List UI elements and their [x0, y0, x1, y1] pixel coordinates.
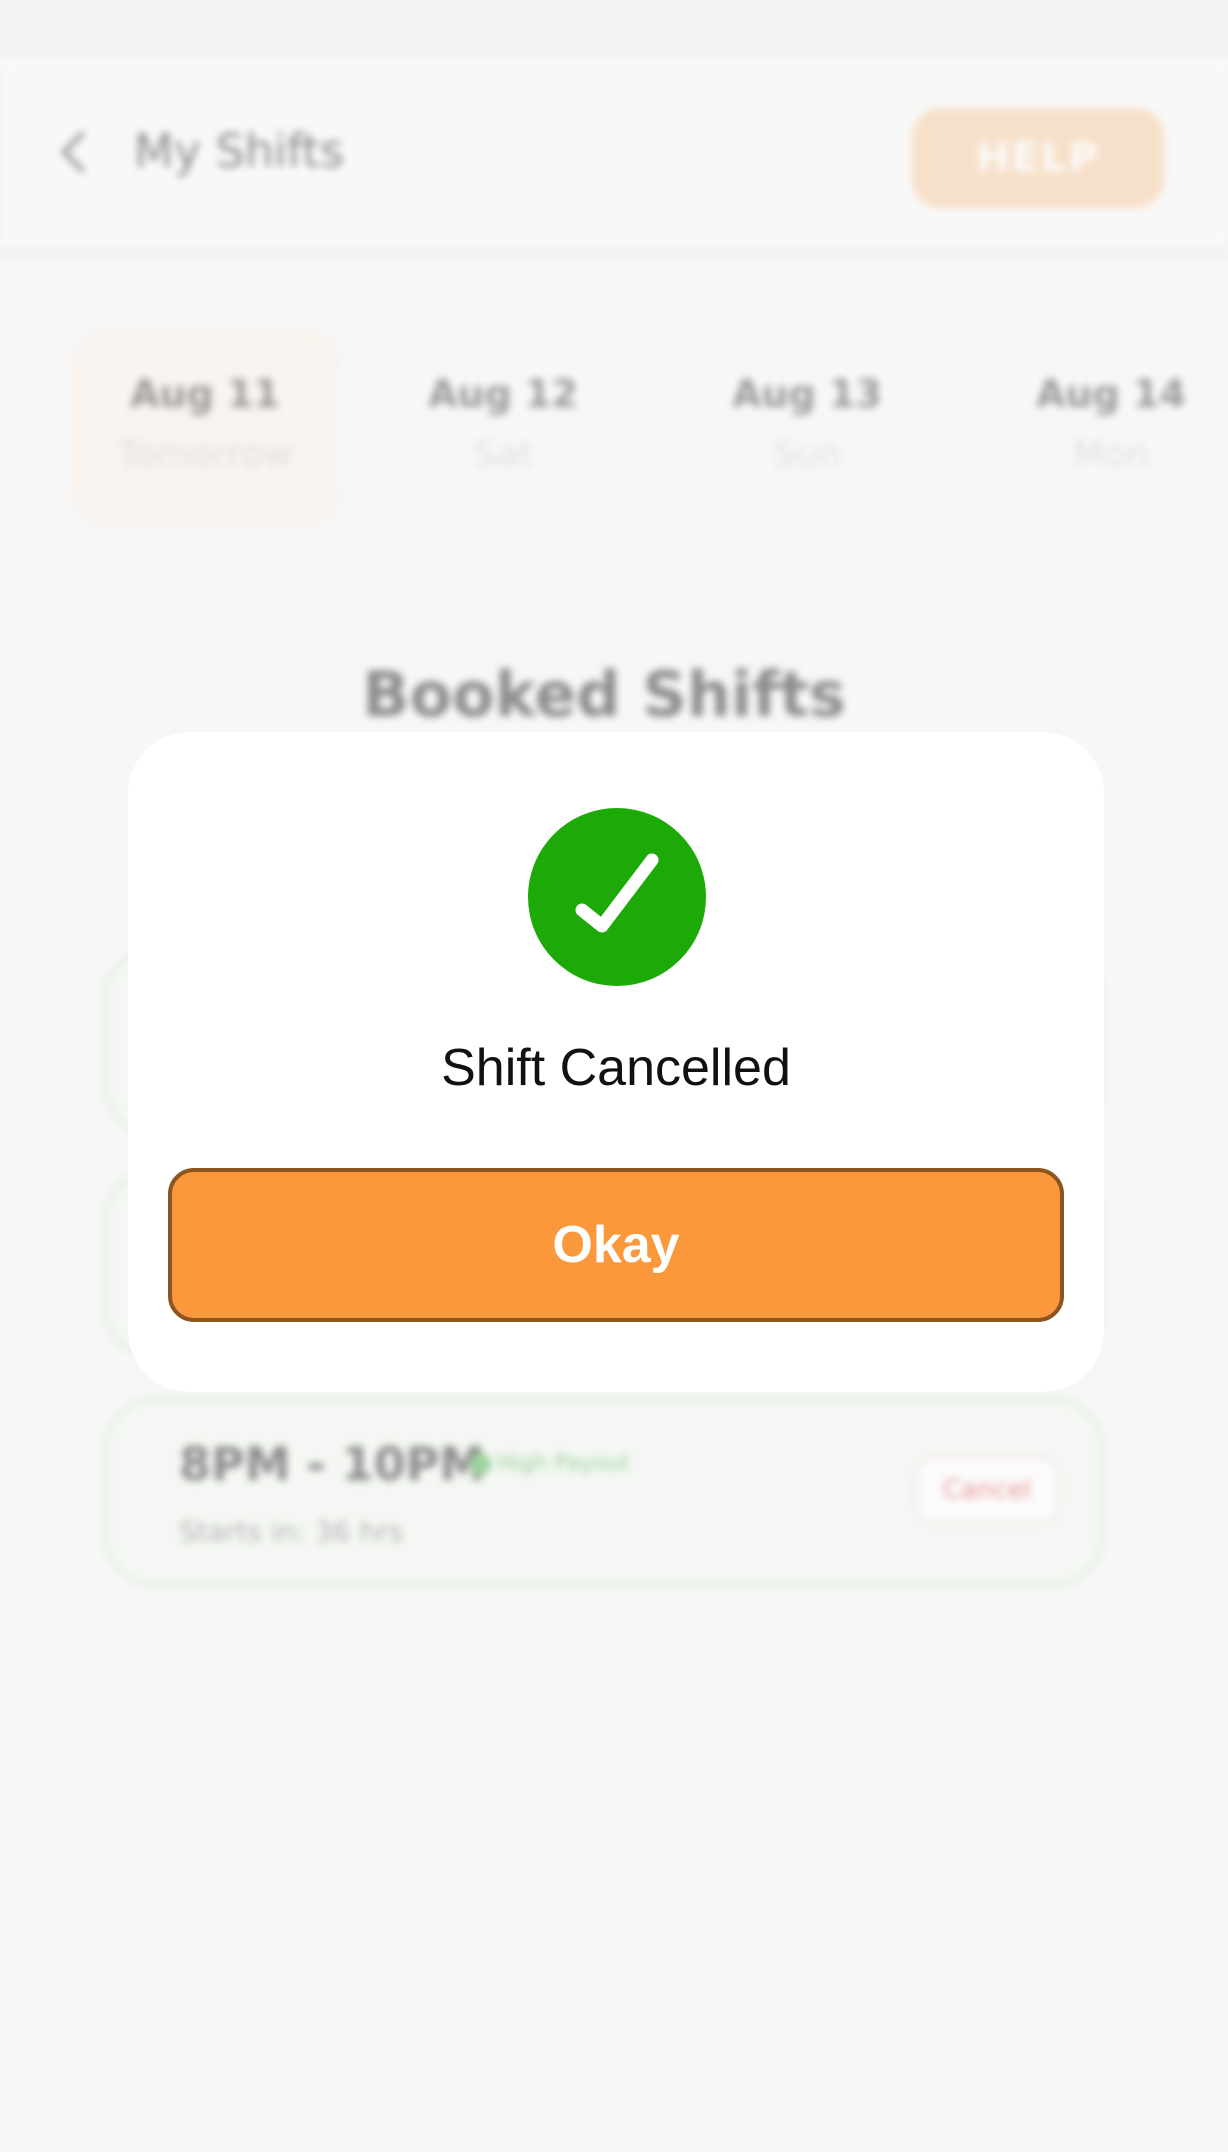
okay-button[interactable]: Okay: [168, 1168, 1064, 1322]
success-dialog: Shift Cancelled Okay: [128, 732, 1104, 1392]
check-icon: [528, 808, 706, 986]
dialog-message: Shift Cancelled: [441, 1039, 791, 1097]
